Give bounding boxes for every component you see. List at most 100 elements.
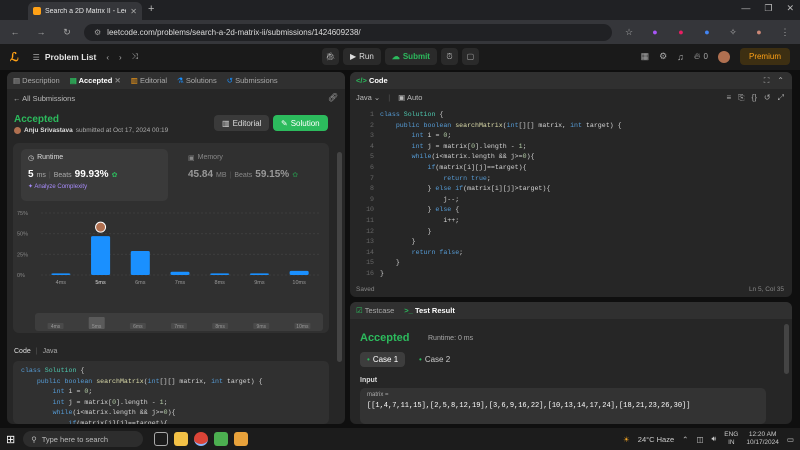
user-position-avatar: [95, 221, 107, 233]
network-icon[interactable]: ◫: [696, 435, 703, 444]
debug-icon[interactable]: 🐞︎: [322, 48, 339, 65]
new-tab-button[interactable]: +: [148, 3, 154, 15]
format-icon[interactable]: ≡: [726, 93, 731, 103]
runtime-distribution-chart[interactable]: 75% 50% 25% 0% 4ms 5ms 6ms 7ms 8ms 9ms 10ms: [13, 205, 329, 287]
tab-accepted[interactable]: ▤ Accepted ✕: [70, 76, 121, 85]
left-scrollbar[interactable]: [337, 152, 342, 362]
layout-icon[interactable]: ▦: [641, 51, 650, 62]
notification-icon[interactable]: ♫: [677, 52, 684, 62]
profile-avatar[interactable]: ●: [750, 27, 768, 37]
browser-tab[interactable]: Search a 2D Matrix II - LeetCode ✕: [28, 2, 142, 20]
reset-icon[interactable]: ↺: [764, 93, 771, 103]
case-2-label: Case 2: [424, 355, 451, 364]
bookmark-star-icon[interactable]: ☆: [620, 27, 638, 38]
forward-icon[interactable]: →: [32, 27, 50, 37]
tab-solutions-label: Solutions: [185, 76, 217, 85]
weather-text[interactable]: 24°C Haze: [638, 435, 674, 444]
back-icon[interactable]: ←: [6, 27, 24, 37]
minimize-icon[interactable]: —: [741, 3, 750, 14]
code-line: }: [395, 259, 400, 267]
url-field[interactable]: ⚙ leetcode.com/problems/search-a-2d-matr…: [84, 23, 612, 41]
task-view-icon[interactable]: [154, 432, 169, 446]
link-icon[interactable]: 🔗︎: [328, 93, 338, 102]
memory-box[interactable]: ▣ Memory 45.84 MB | Beats 59.15% ✿: [181, 149, 321, 201]
tab-editorial-label: Editorial: [139, 76, 168, 85]
settings-icon[interactable]: ⚙: [659, 51, 667, 62]
tab-testcase[interactable]: ☑ Testcase: [356, 306, 394, 315]
tab-test-result[interactable]: >_ Test Result: [404, 306, 455, 315]
menu-icon[interactable]: ⋮: [776, 27, 794, 38]
code-line: }: [380, 269, 384, 277]
test-runtime: Runtime: 0 ms: [428, 335, 474, 342]
extension-icon[interactable]: ●: [646, 27, 664, 37]
tab-test-result-label: Test Result: [414, 306, 455, 315]
runtime-label: Runtime: [37, 154, 64, 161]
shuffle-icon[interactable]: ⤨: [132, 52, 138, 62]
runtime-box[interactable]: ◷ Runtime 5 ms | Beats 99.93% ✿ ✦ Analyze…: [21, 149, 168, 201]
notifications-icon[interactable]: ▭: [787, 435, 794, 444]
windows-start-icon[interactable]: ⊞: [6, 433, 15, 446]
windows-taskbar: ⊞ ⚲ Type here to search ☀ 24°C Haze ⌃ ◫ …: [0, 428, 800, 450]
play-icon: ▶: [350, 52, 357, 61]
tab-solutions[interactable]: ⚗ Solutions: [177, 76, 217, 85]
taskbar-search[interactable]: ⚲ Type here to search: [23, 431, 144, 447]
bar-7ms: [170, 271, 190, 275]
extension-icon-2[interactable]: ●: [672, 27, 690, 37]
bookmark-icon[interactable]: ⎘: [738, 93, 744, 103]
puzzle-icon[interactable]: ✧: [724, 27, 742, 38]
test-result-pane: ☑ Testcase >_ Test Result Accepted Runti…: [350, 302, 792, 424]
analyze-complexity-link[interactable]: ✦ Analyze Complexity: [28, 183, 161, 190]
file-explorer-icon[interactable]: [174, 432, 189, 446]
tab-description[interactable]: ▤ Description: [13, 76, 60, 85]
close-tab-icon[interactable]: ✕: [114, 76, 120, 85]
result-scrollbar[interactable]: [784, 324, 789, 374]
collapse-icon[interactable]: ⌃: [777, 76, 784, 86]
close-tab-icon[interactable]: ✕: [130, 7, 137, 16]
region-code: IN: [728, 439, 735, 446]
notes-icon[interactable]: ▢: [461, 48, 479, 65]
bar-6ms: [130, 251, 150, 275]
x-tick-label: 10ms: [292, 280, 306, 286]
close-window-icon[interactable]: ✕: [786, 3, 794, 14]
fullscreen-icon[interactable]: ⤢: [778, 93, 784, 103]
tab-code[interactable]: </> Code: [356, 76, 388, 85]
photos-icon[interactable]: [234, 432, 249, 446]
timer-icon[interactable]: ⏰︎: [440, 48, 458, 65]
next-problem-icon[interactable]: ›: [119, 53, 122, 62]
analyze-complexity-label: Analyze Complexity: [34, 184, 88, 190]
chrome-icon[interactable]: [194, 432, 209, 446]
problem-list-icon[interactable]: ☰: [33, 53, 40, 62]
site-info-icon[interactable]: ⚙: [94, 28, 101, 37]
maximize-icon[interactable]: ❐: [764, 3, 772, 14]
case-2-button[interactable]: • Case 2: [412, 352, 457, 367]
tray-up-icon[interactable]: ⌃: [682, 435, 688, 444]
user-avatar[interactable]: [717, 50, 730, 63]
streak-fire-icon[interactable]: 🔥︎: [694, 51, 701, 62]
editorial-button[interactable]: ▥ Editorial: [214, 115, 270, 131]
leetcode-logo-icon[interactable]: ℒ: [10, 50, 19, 64]
editor-code[interactable]: class Solution { public boolean searchMa…: [380, 110, 790, 280]
brackets-icon[interactable]: {}: [752, 93, 757, 103]
language-select[interactable]: Java ⌄: [356, 93, 380, 102]
prev-problem-icon[interactable]: ‹: [106, 53, 109, 62]
tab-submissions[interactable]: ↺ Submissions: [227, 76, 278, 85]
submit-button[interactable]: ☁ Submit: [384, 48, 437, 65]
run-button[interactable]: ▶ Run: [343, 48, 381, 65]
extension-icon-3[interactable]: ●: [698, 27, 716, 37]
weather-icon[interactable]: ☀: [623, 435, 630, 444]
language-indicator[interactable]: ENG IN: [724, 431, 738, 447]
expand-icon[interactable]: ⛶: [764, 76, 770, 86]
all-submissions-link[interactable]: ← All Submissions: [13, 94, 75, 103]
reload-icon[interactable]: ↻: [58, 27, 76, 38]
auto-mode[interactable]: ▣ Auto: [398, 93, 422, 102]
clock[interactable]: 12:20 AM 10/17/2024: [746, 431, 779, 447]
solution-button[interactable]: ✎ Solution: [273, 115, 328, 131]
volume-icon[interactable]: 🔊︎: [712, 434, 717, 444]
case-1-button[interactable]: • Case 1: [360, 352, 406, 367]
tab-editorial[interactable]: ▥ Editorial: [131, 76, 167, 85]
premium-button[interactable]: Premium: [739, 48, 790, 65]
author-name[interactable]: Anju Srivastava: [24, 127, 73, 134]
store-icon[interactable]: [214, 432, 229, 446]
input-box: matrix = [[1,4,7,11,15],[2,5,8,12,19],[3…: [360, 388, 766, 424]
problem-list-link[interactable]: Problem List: [45, 52, 96, 62]
